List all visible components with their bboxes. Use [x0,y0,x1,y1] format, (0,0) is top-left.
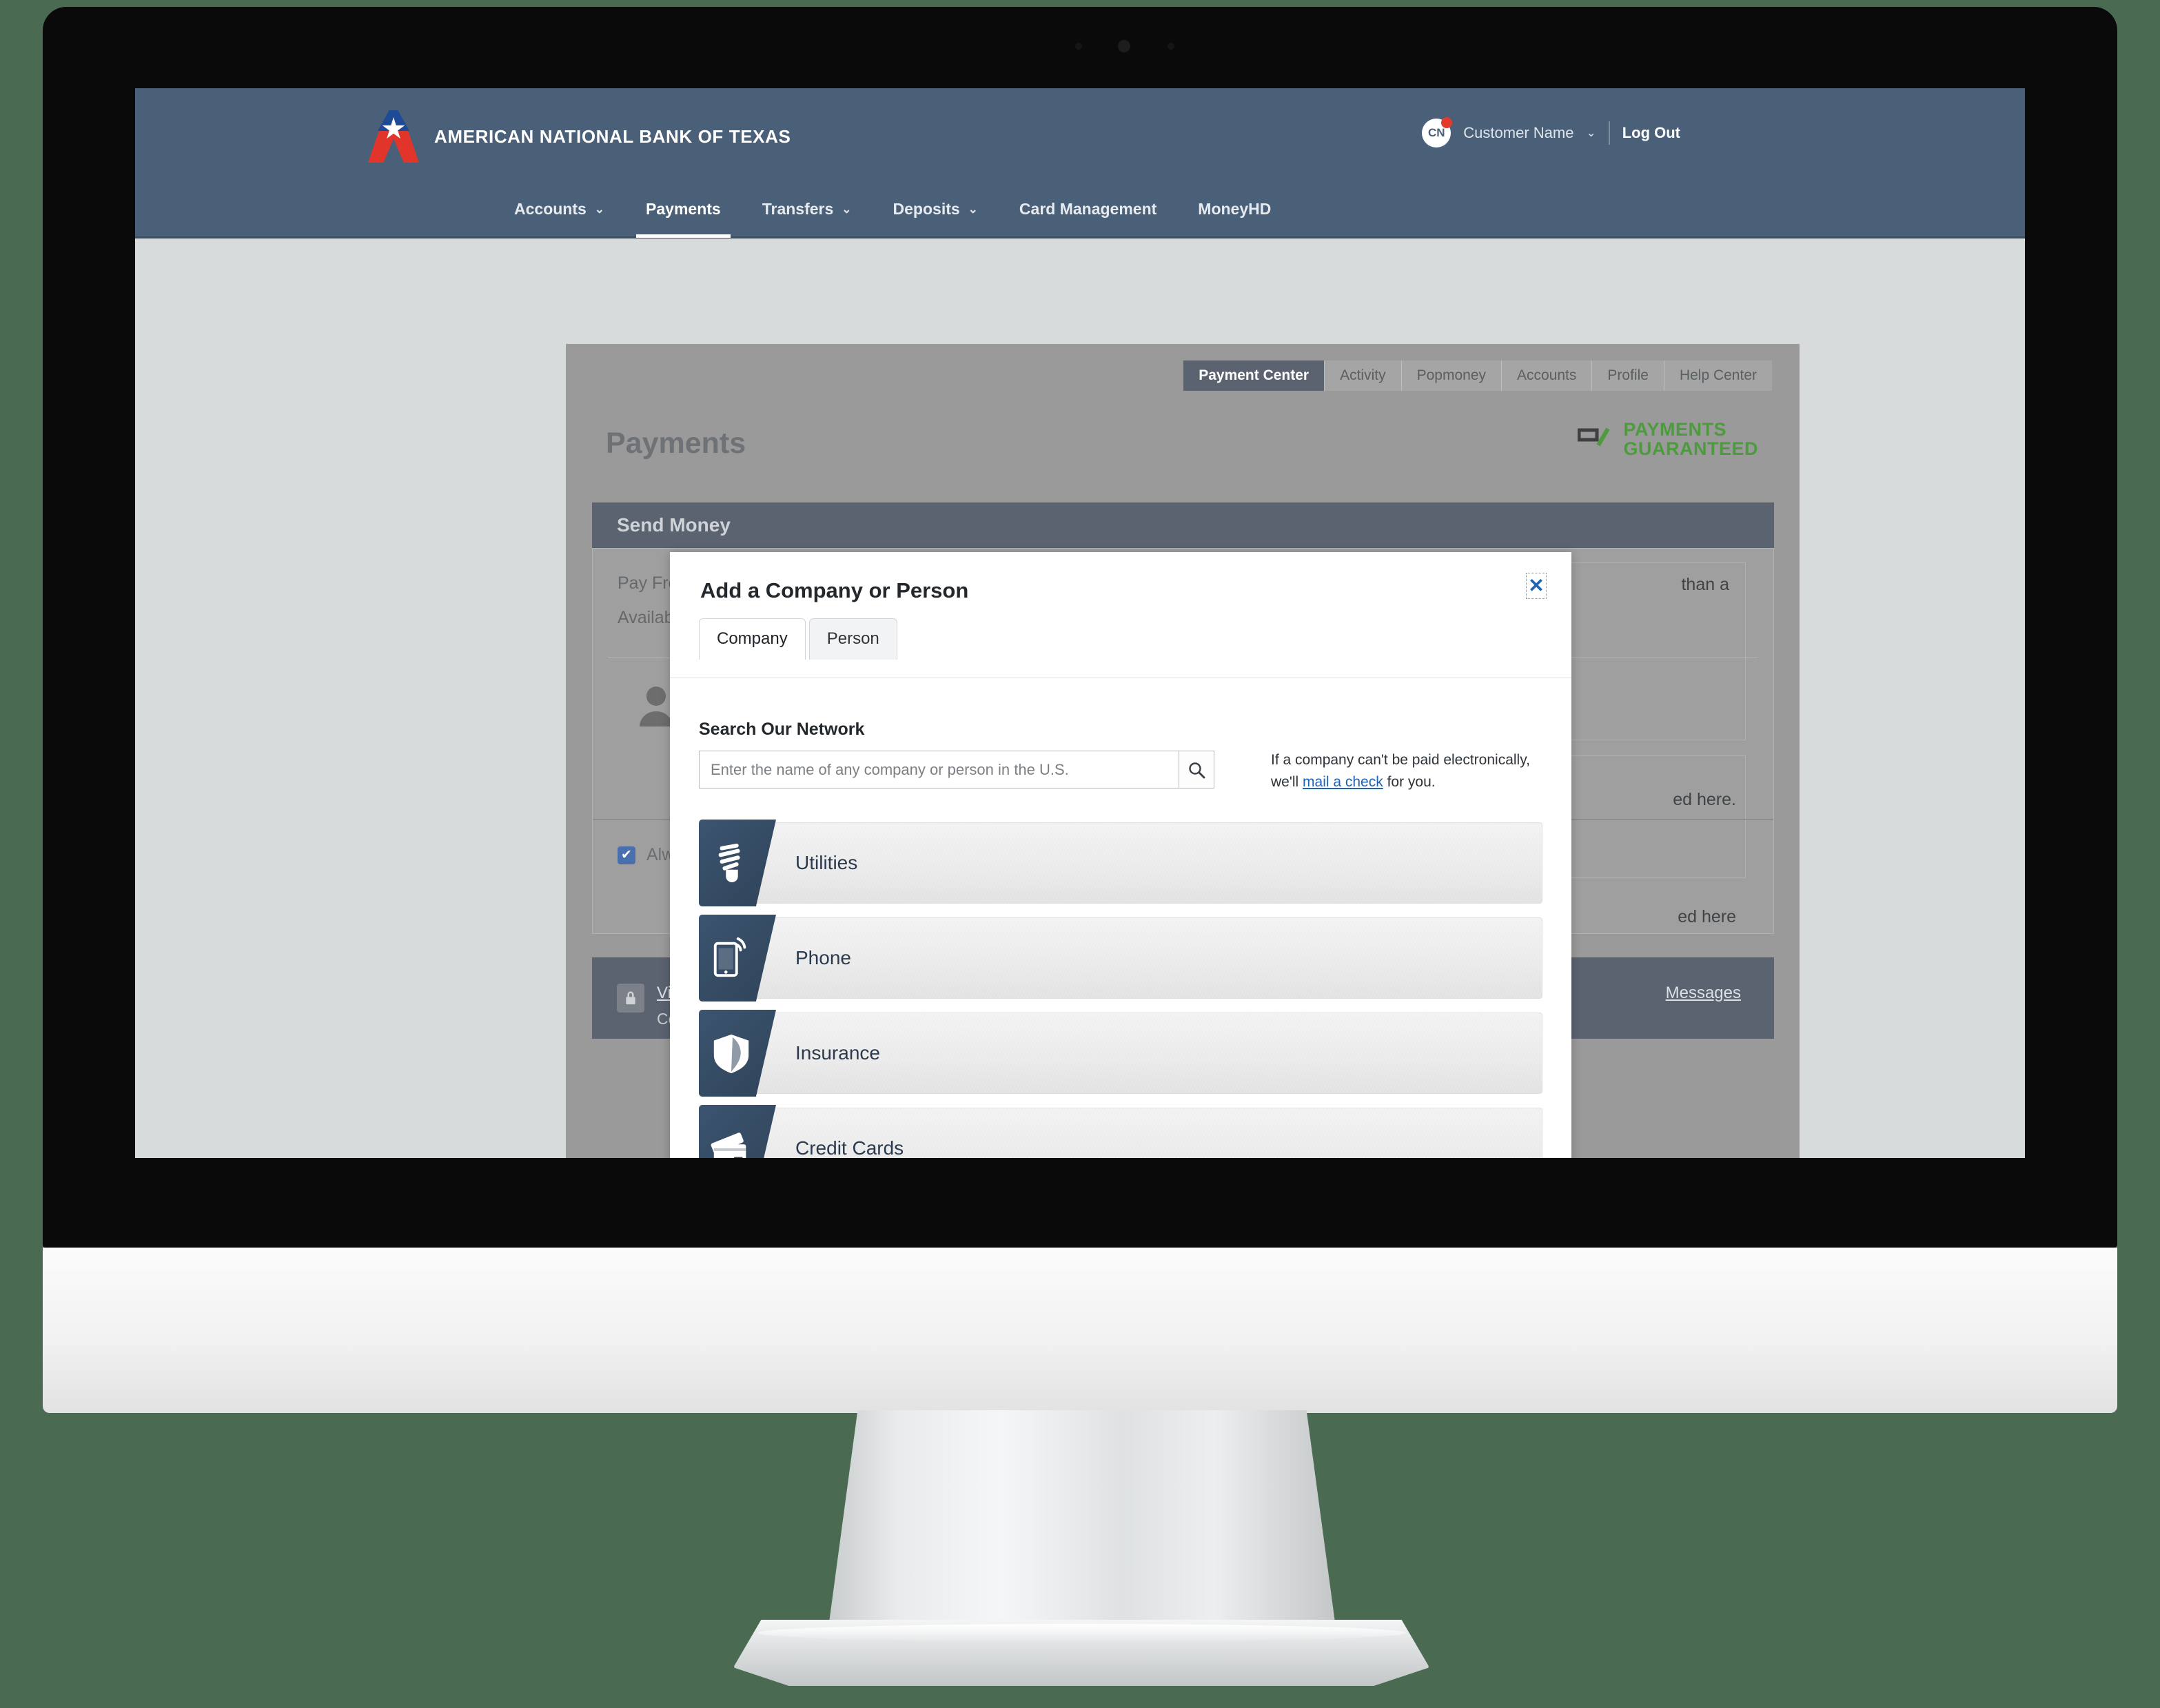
subnav-item-popmoney[interactable]: Popmoney [1400,360,1501,391]
search-input[interactable] [699,751,1179,789]
tab-company[interactable]: Company [699,618,806,660]
nav-item-transfers[interactable]: Transfers ⌄ [742,181,873,238]
monitor-base-highlight [758,1624,1406,1642]
help-suffix: for you. [1383,773,1436,790]
nav-item-label: MoneyHD [1198,200,1272,218]
nav-item-accounts[interactable]: Accounts ⌄ [493,181,625,238]
avatar[interactable]: CN [1422,117,1453,148]
always-checkbox[interactable]: ✔ [618,846,635,864]
category-label: Phone [795,947,851,968]
sensor-dot-left-icon [1075,43,1082,50]
lock-icon [617,984,644,1013]
monitor-stand-neck [827,1410,1337,1638]
bank-header: AMERICAN NATIONAL BANK OF TEXAS CN Custo… [135,88,2025,182]
nav-item-label: Transfers [762,200,834,218]
avatar-initials: CN [1428,126,1445,139]
subnav-item-help-center[interactable]: Help Center [1663,360,1772,391]
nav-item-card-management[interactable]: Card Management [999,181,1177,238]
pay-hint-text-a: than a [1681,575,1729,594]
modal-title: Add a Company or Person [700,578,969,602]
secondary-navigation: Payment Center Activity Popmoney Account… [1183,360,1772,391]
nav-item-label: Payments [646,200,721,218]
category-label: Insurance [795,1042,880,1064]
category-row-background [742,917,1542,999]
subnav-item-profile[interactable]: Profile [1591,360,1664,391]
monitor-sensor-row [1063,40,1187,52]
monitor-chin [43,1248,2117,1413]
category-label: Credit Cards [795,1137,904,1158]
guarantee-line-1: PAYMENTS [1623,419,1727,440]
pay-hint-text-c: ed here [1678,907,1736,926]
close-icon[interactable]: ✕ [1526,573,1547,599]
payments-guaranteed-text: PAYMENTS GUARANTEED [1623,420,1758,459]
checkmark-flag-icon [1578,427,1611,447]
category-row-background [742,822,1542,904]
search-row [699,751,1214,789]
notification-badge-icon [1441,117,1453,128]
nav-item-payments[interactable]: Payments [625,181,742,238]
mail-a-check-link[interactable]: mail a check [1303,774,1383,790]
chevron-down-icon: ⌄ [968,202,978,216]
chevron-down-icon: ⌄ [594,202,605,216]
nav-item-label: Card Management [1019,200,1157,218]
nav-item-moneyhd[interactable]: MoneyHD [1177,181,1292,238]
american-flag-a-logo-icon [368,110,419,163]
nav-item-label: Deposits [893,200,960,218]
chevron-down-icon: ⌄ [842,202,852,216]
sensor-dot-right-icon [1168,43,1174,50]
page-body: Payment Center Activity Popmoney Account… [135,241,2025,1158]
bank-logo[interactable]: AMERICAN NATIONAL BANK OF TEXAS [368,110,791,163]
send-money-section-header: Send Money [592,502,1774,548]
pay-hint-text-b: ed here. [1673,790,1736,809]
category-row-phone[interactable]: Phone [699,915,1542,1002]
webcam-icon [1118,40,1130,52]
header-divider [1608,121,1610,145]
primary-navigation: Accounts ⌄ Payments Transfers ⌄ Deposits… [135,182,2025,238]
category-row-credit-cards[interactable]: Credit Cards [699,1105,1542,1158]
screen-viewport: AMERICAN NATIONAL BANK OF TEXAS CN Custo… [135,88,2025,1158]
chevron-down-icon[interactable]: ⌄ [1586,126,1596,140]
subnav-item-activity[interactable]: Activity [1324,360,1401,391]
payments-guaranteed-badge: PAYMENTS GUARANTEED [1578,420,1758,459]
search-button[interactable] [1179,751,1214,789]
page-title: Payments [606,427,746,460]
tab-person[interactable]: Person [808,618,897,660]
logout-button[interactable]: Log Out [1622,124,1680,142]
category-list: Utilities Phone Insurance Credit Cards [699,820,1542,1158]
modal-tab-bar: Company Person [699,618,897,660]
search-section-label: Search Our Network [699,720,865,739]
nav-item-deposits[interactable]: Deposits ⌄ [873,181,999,238]
category-label: Utilities [795,852,858,873]
search-help-text: If a company can't be paid electronicall… [1271,749,1547,793]
category-row-insurance[interactable]: Insurance [699,1010,1542,1097]
nav-item-label: Accounts [514,200,587,218]
credit-card-icon [699,1105,776,1158]
subnav-item-payment-center[interactable]: Payment Center [1183,360,1325,391]
user-menu[interactable]: CN Customer Name ⌄ Log Out [1422,117,1680,148]
guarantee-line-2: GUARANTEED [1623,438,1758,460]
add-company-or-person-modal: Add a Company or Person ✕ Company Person… [670,552,1571,1158]
footer-messages-link[interactable]: Messages [1666,984,1741,1003]
magnifier-icon [1189,762,1205,778]
category-row-utilities[interactable]: Utilities [699,820,1542,906]
subnav-item-accounts[interactable]: Accounts [1501,360,1591,391]
customer-name-label: Customer Name [1463,124,1574,141]
bank-logo-text: AMERICAN NATIONAL BANK OF TEXAS [434,125,791,147]
